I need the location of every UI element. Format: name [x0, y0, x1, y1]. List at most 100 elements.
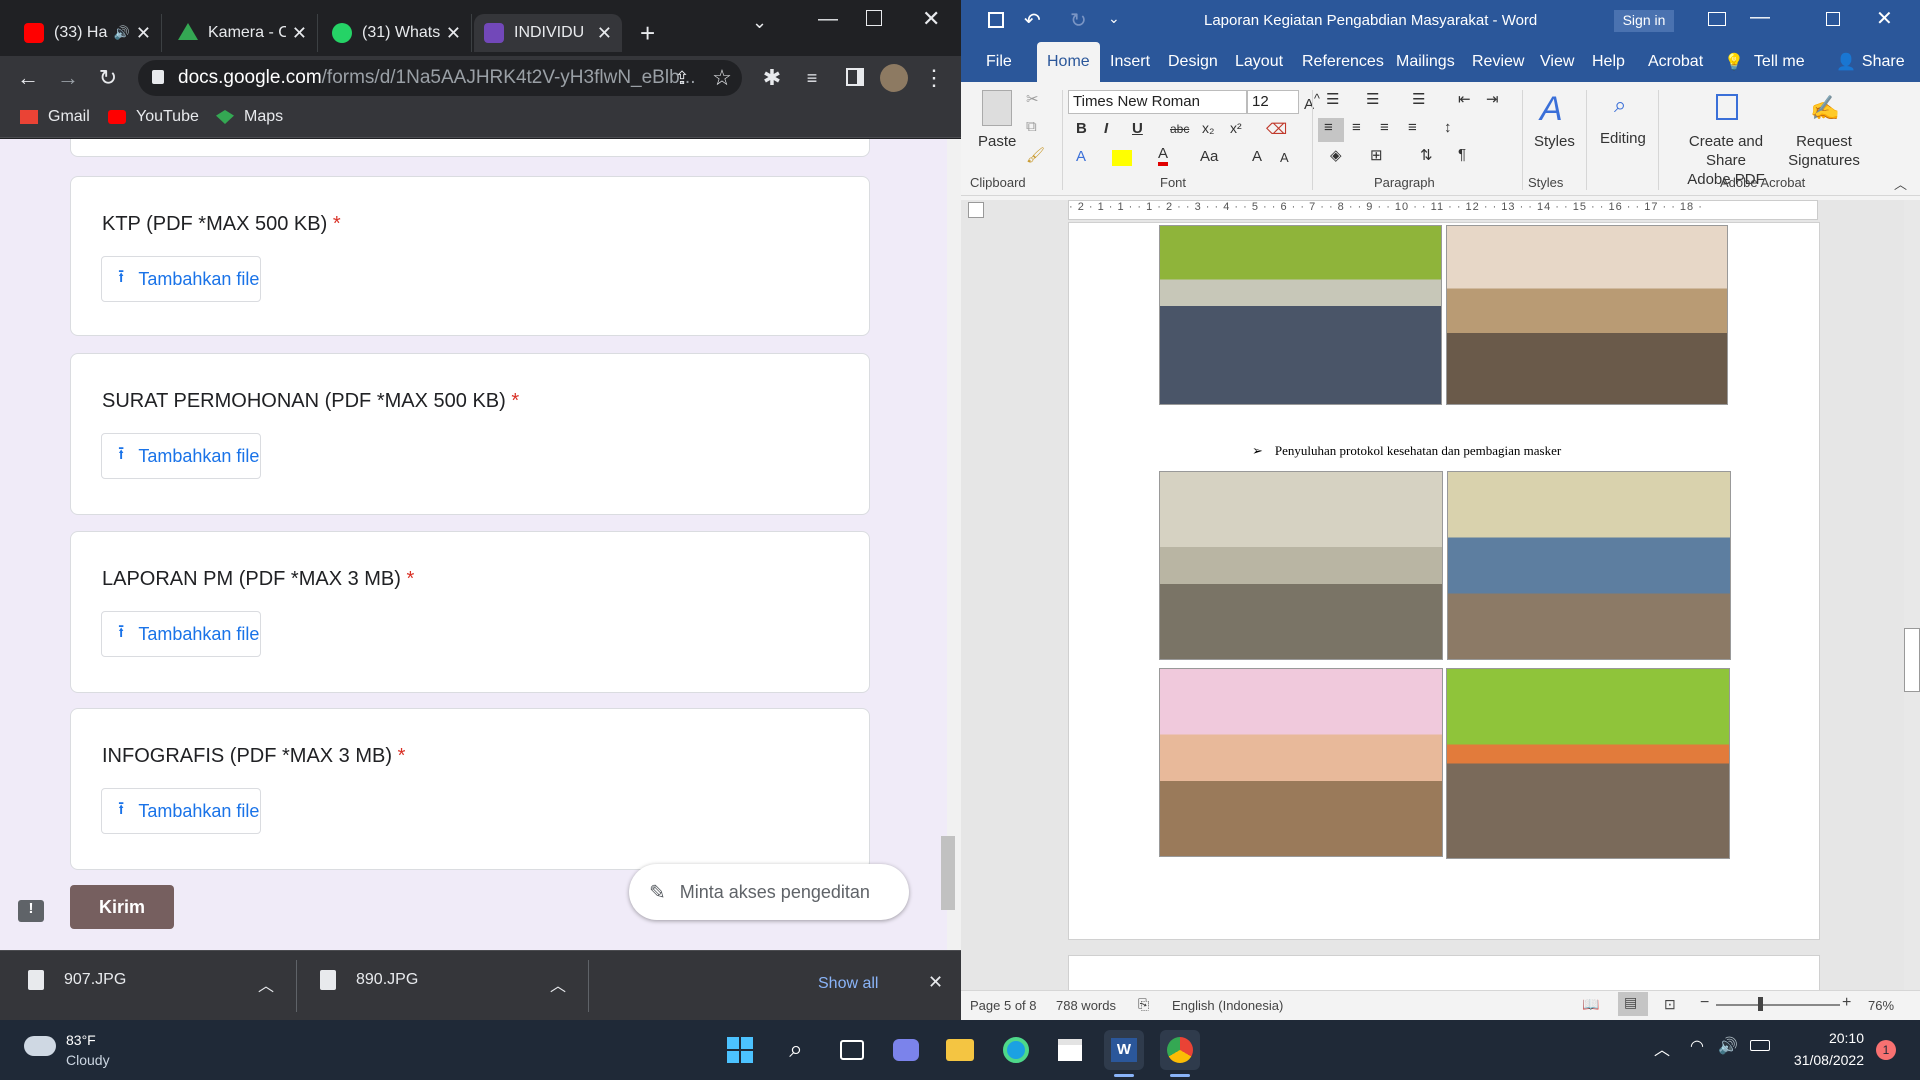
document-scrollbar[interactable]	[1904, 200, 1920, 990]
horizontal-ruler[interactable]: · 2 · 1 · 1 · · 1 · 2 · · 3 · · 4 · · 5 …	[1068, 200, 1818, 220]
paste-icon[interactable]	[982, 90, 1012, 126]
document-scrollbar-thumb[interactable]	[1904, 628, 1920, 692]
borders-icon[interactable]: ⊞	[1370, 146, 1383, 164]
styles-button[interactable]: Styles	[1534, 133, 1575, 150]
show-all-downloads-button[interactable]: Show all	[818, 975, 878, 993]
strikethrough-button[interactable]: abc	[1170, 122, 1189, 136]
tell-me-search[interactable]: 💡 Tell me	[1724, 42, 1805, 82]
clear-formatting-icon[interactable]: ⌫	[1266, 120, 1287, 138]
tab-search-icon[interactable]: ⌄	[752, 12, 767, 33]
speaker-icon[interactable]: 🔊	[114, 25, 130, 41]
tab-home[interactable]: Home	[1037, 42, 1100, 82]
close-icon[interactable]: ✕	[136, 23, 151, 44]
upload-file-button[interactable]: ⭱ Tambahkan file	[101, 433, 261, 479]
decrease-indent-icon[interactable]: ⇤	[1458, 90, 1471, 108]
request-signatures-icon[interactable]: ✍	[1810, 94, 1840, 123]
chevron-up-icon[interactable]: ︿	[258, 972, 274, 996]
customize-qat-icon[interactable]: ⌄	[1108, 10, 1120, 27]
maximize-button[interactable]	[866, 10, 882, 26]
address-bar[interactable]: docs.google.com/forms/d/1Na5AAJHRK4t2V-y…	[138, 60, 742, 96]
side-panel-icon[interactable]	[846, 68, 864, 86]
word-taskbar-icon[interactable]: W	[1104, 1030, 1144, 1070]
grow-font-icon[interactable]: A	[1252, 148, 1262, 165]
collapse-ribbon-icon[interactable]: ︿	[1894, 174, 1907, 193]
change-case-icon[interactable]: Aa	[1200, 148, 1218, 165]
ribbon-display-icon[interactable]	[1708, 12, 1726, 26]
increase-indent-icon[interactable]: ⇥	[1486, 90, 1499, 108]
weather-temp[interactable]: 83°F	[66, 1032, 96, 1048]
bookmark-youtube[interactable]: YouTube	[108, 108, 199, 126]
share-button[interactable]: 👤 Share	[1836, 42, 1905, 82]
tab-view[interactable]: View	[1540, 42, 1574, 82]
font-color-icon[interactable]: A	[1158, 146, 1169, 166]
tab-drive[interactable]: Kamera - C ✕	[168, 14, 318, 52]
sign-in-button[interactable]: Sign in	[1614, 10, 1674, 32]
shrink-font-icon[interactable]: A	[1280, 150, 1289, 165]
underline-button[interactable]: U	[1132, 120, 1143, 137]
styles-icon[interactable]: A	[1540, 90, 1563, 129]
submit-button[interactable]: Kirim	[70, 885, 174, 929]
back-icon[interactable]: ←	[12, 62, 44, 94]
store-icon[interactable]	[1050, 1030, 1090, 1070]
tab-selector[interactable]	[968, 202, 984, 218]
close-download-bar-icon[interactable]: ✕	[928, 972, 943, 993]
avatar[interactable]	[880, 64, 908, 92]
media-control-icon[interactable]: ≡	[796, 62, 828, 94]
task-view-icon[interactable]	[832, 1030, 872, 1070]
start-button[interactable]	[720, 1030, 760, 1070]
bookmark-gmail[interactable]: Gmail	[20, 108, 90, 126]
zoom-in-icon[interactable]: +	[1842, 994, 1851, 1012]
volume-icon[interactable]: 🔊	[1718, 1036, 1738, 1056]
justify-icon[interactable]: ≡	[1408, 119, 1417, 136]
tab-layout[interactable]: Layout	[1235, 42, 1283, 82]
language-indicator[interactable]: English (Indonesia)	[1172, 998, 1283, 1013]
edge-icon[interactable]	[996, 1030, 1036, 1070]
multilevel-list-icon[interactable]: ☰	[1412, 90, 1425, 108]
minimize-button[interactable]: —	[818, 8, 838, 31]
close-window-button[interactable]: ✕	[1876, 6, 1893, 31]
tab-file[interactable]: File	[986, 42, 1012, 82]
undo-icon[interactable]: ↶	[1024, 8, 1041, 33]
share-icon[interactable]: ⇪	[666, 62, 698, 94]
request-edit-access-button[interactable]: ✎ Minta akses pengeditan	[629, 864, 909, 920]
sort-icon[interactable]: ⇅	[1420, 146, 1433, 164]
numbering-icon[interactable]: ☰	[1366, 90, 1379, 108]
redo-icon[interactable]: ↻	[1070, 8, 1087, 33]
close-icon[interactable]: ✕	[597, 23, 612, 44]
page-indicator[interactable]: Page 5 of 8	[970, 998, 1037, 1013]
photo-classroom-2[interactable]	[1446, 225, 1728, 405]
request-signatures-button[interactable]: Request Signatures	[1786, 132, 1862, 170]
menu-icon[interactable]: ⋮	[918, 62, 950, 94]
shading-icon[interactable]: ◈	[1330, 146, 1342, 164]
bookmark-maps[interactable]: Maps	[216, 108, 283, 126]
cloud-icon[interactable]	[24, 1036, 56, 1056]
bullet-paragraph[interactable]: ➢ Penyuluhan protokol kesehatan dan pemba…	[1252, 443, 1561, 459]
battery-icon[interactable]	[1750, 1040, 1770, 1051]
tab-review[interactable]: Review	[1472, 42, 1524, 82]
zoom-slider[interactable]	[1716, 1004, 1840, 1006]
minimize-button[interactable]: —	[1750, 6, 1770, 29]
close-icon[interactable]: ✕	[446, 23, 461, 44]
search-icon[interactable]: ⌕	[776, 1030, 816, 1070]
tab-acrobat[interactable]: Acrobat	[1648, 42, 1703, 82]
weather-condition[interactable]: Cloudy	[66, 1052, 110, 1068]
bullets-icon[interactable]: ☰	[1326, 90, 1339, 108]
read-mode-icon[interactable]: 📖	[1582, 996, 1599, 1013]
highlight-icon[interactable]	[1112, 150, 1132, 166]
save-icon[interactable]	[988, 12, 1004, 28]
zoom-level[interactable]: 76%	[1868, 998, 1894, 1013]
photo-classroom-1[interactable]	[1159, 225, 1442, 405]
close-window-button[interactable]: ✕	[922, 6, 940, 32]
bold-button[interactable]: B	[1076, 120, 1087, 137]
superscript-button[interactable]: x²	[1230, 120, 1242, 136]
bookmark-star-icon[interactable]: ☆	[706, 62, 738, 94]
new-tab-button[interactable]: +	[640, 18, 655, 49]
download-item[interactable]: 907.JPG	[28, 970, 126, 990]
subscript-button[interactable]: x₂	[1202, 120, 1214, 136]
notification-badge[interactable]: 1	[1876, 1040, 1896, 1060]
upload-file-button[interactable]: ⭱ Tambahkan file	[101, 256, 261, 302]
tab-forms[interactable]: INDIVIDU ✕	[474, 14, 622, 52]
editing-button[interactable]: Editing	[1600, 130, 1646, 147]
clock-time[interactable]: 20:10	[1820, 1030, 1864, 1046]
italic-button[interactable]: I	[1104, 120, 1108, 137]
